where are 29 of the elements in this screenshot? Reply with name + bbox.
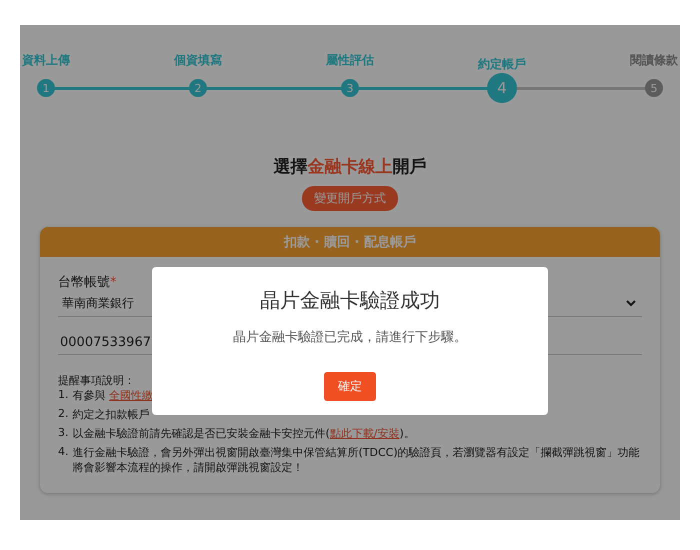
step-label: 個資填寫 bbox=[174, 52, 222, 69]
field-label: 台幣帳號* bbox=[58, 274, 118, 291]
modal-message: 晶片金融卡驗證已完成，請進行下步驟。 bbox=[233, 329, 467, 346]
note-text: 有參與 全國性繳 bbox=[72, 388, 153, 403]
note-text: 進行金融卡驗證，會另外彈出視窗開啟臺灣集中保管結算所(TDCC)的驗證頁，若瀏覽器有設定「攔截彈跳視窗」功能將會影響本流程的操作，請開啟彈跳視窗設定！ bbox=[72, 445, 641, 475]
note-number: 4. bbox=[58, 445, 68, 460]
step-marker: 3 bbox=[341, 79, 359, 97]
change-method-button[interactable]: 變更開戶方式 bbox=[302, 186, 398, 211]
note-text: 約定之扣款帳戶 bbox=[72, 407, 150, 422]
note-number: 1. bbox=[58, 388, 68, 403]
page-heading: 選擇金融卡線上開戶 bbox=[272, 156, 428, 178]
modal-title: 晶片金融卡驗證成功 bbox=[260, 287, 440, 314]
note-number: 2. bbox=[58, 407, 68, 422]
note-link[interactable]: 全國性繳 bbox=[109, 389, 153, 402]
step-marker: 2 bbox=[189, 79, 207, 97]
note-link[interactable]: 點此下載/安裝 bbox=[330, 427, 400, 440]
step-label: 屬性評估 bbox=[326, 52, 374, 69]
step-label: 資料上傳 bbox=[22, 52, 70, 69]
step-label: 閱讀條款 bbox=[630, 52, 678, 69]
chevron-down-icon bbox=[626, 300, 636, 307]
step-marker: 4 bbox=[487, 73, 517, 103]
confirm-button[interactable]: 確定 bbox=[324, 372, 376, 401]
card-header: 扣款 · 贖回 · 配息帳戶 bbox=[40, 227, 660, 257]
step-marker: 1 bbox=[37, 79, 55, 97]
note-number: 3. bbox=[58, 426, 68, 441]
note-text: 以金融卡驗證前請先確認是否已安裝金融卡安控元件(點此下載/安裝)。 bbox=[72, 426, 415, 441]
step-marker: 5 bbox=[645, 79, 663, 97]
notes-title: 提醒事項說明： bbox=[58, 373, 135, 388]
step-label: 約定帳戶 bbox=[478, 56, 526, 73]
